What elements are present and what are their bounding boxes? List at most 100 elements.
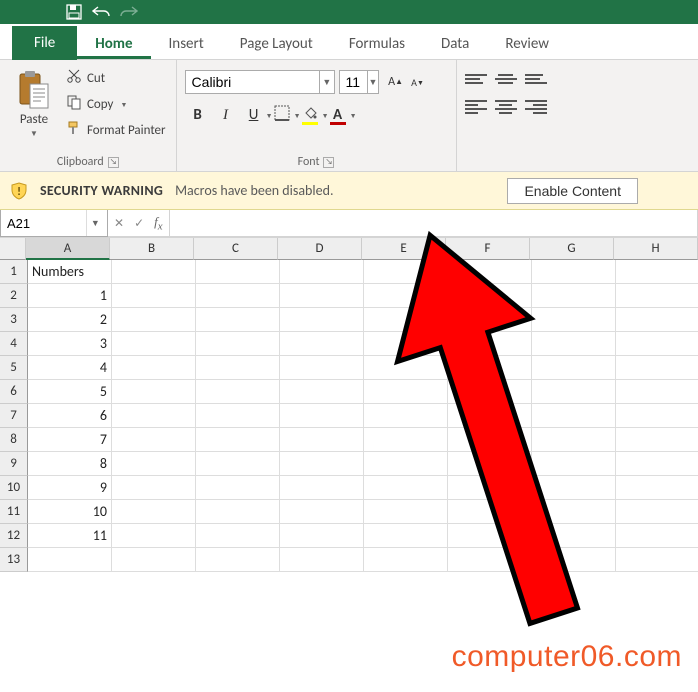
cell[interactable]	[112, 500, 196, 524]
row-header[interactable]: 6	[0, 380, 28, 404]
name-box[interactable]: ▼	[0, 210, 108, 237]
cell[interactable]	[364, 500, 448, 524]
paste-button[interactable]: Paste ▼	[8, 64, 60, 153]
cell[interactable]	[196, 428, 280, 452]
align-top-button[interactable]	[465, 70, 487, 88]
cell[interactable]	[196, 332, 280, 356]
cell[interactable]	[364, 476, 448, 500]
column-header[interactable]: A	[26, 238, 110, 260]
cell[interactable]	[196, 452, 280, 476]
tab-insert[interactable]: Insert	[151, 27, 222, 59]
cell[interactable]	[196, 500, 280, 524]
cell[interactable]	[196, 524, 280, 548]
cell[interactable]	[364, 332, 448, 356]
cell[interactable]	[196, 260, 280, 284]
cancel-formula-icon[interactable]: ✕	[114, 216, 124, 231]
cell[interactable]	[280, 308, 364, 332]
cell[interactable]: 8	[28, 452, 112, 476]
cell[interactable]	[448, 260, 532, 284]
cell[interactable]	[112, 548, 196, 572]
column-header[interactable]: G	[530, 238, 614, 260]
cell[interactable]	[196, 356, 280, 380]
cell[interactable]	[532, 356, 616, 380]
cell[interactable]: 7	[28, 428, 112, 452]
tab-page-layout[interactable]: Page Layout	[222, 27, 331, 59]
cell[interactable]	[112, 308, 196, 332]
increase-font-button[interactable]: A▲	[385, 70, 407, 94]
cell[interactable]	[196, 476, 280, 500]
cell[interactable]	[364, 356, 448, 380]
undo-icon[interactable]	[92, 5, 110, 19]
cell[interactable]: 11	[28, 524, 112, 548]
cell[interactable]	[448, 428, 532, 452]
cell[interactable]	[448, 548, 532, 572]
cell[interactable]	[280, 548, 364, 572]
align-center-button[interactable]	[495, 98, 517, 116]
tab-data[interactable]: Data	[423, 27, 487, 59]
cell[interactable]	[364, 548, 448, 572]
cell[interactable]	[196, 308, 280, 332]
formula-input[interactable]	[170, 210, 697, 236]
row-header[interactable]: 7	[0, 404, 28, 428]
column-header[interactable]: H	[614, 238, 698, 260]
chevron-down-icon[interactable]: ▼	[367, 71, 377, 93]
align-middle-button[interactable]	[495, 70, 517, 88]
cell[interactable]	[280, 428, 364, 452]
cell[interactable]: 2	[28, 308, 112, 332]
redo-icon[interactable]	[120, 5, 138, 19]
cell[interactable]	[616, 452, 698, 476]
cell[interactable]	[280, 476, 364, 500]
row-header[interactable]: 8	[0, 428, 28, 452]
font-launcher-icon[interactable]: ↘	[323, 157, 334, 168]
copy-button[interactable]: Copy ▼	[66, 94, 166, 114]
cell[interactable]	[616, 404, 698, 428]
cell[interactable]	[280, 332, 364, 356]
cell[interactable]: 6	[28, 404, 112, 428]
cell[interactable]	[616, 332, 698, 356]
cell[interactable]	[448, 332, 532, 356]
chevron-down-icon[interactable]: ▼	[319, 71, 333, 93]
cell[interactable]	[616, 308, 698, 332]
cell[interactable]: 9	[28, 476, 112, 500]
row-header[interactable]: 5	[0, 356, 28, 380]
cell[interactable]	[280, 356, 364, 380]
cell[interactable]	[364, 308, 448, 332]
cell[interactable]	[28, 548, 112, 572]
cell[interactable]	[616, 380, 698, 404]
cell[interactable]	[196, 380, 280, 404]
cell[interactable]	[532, 476, 616, 500]
cell[interactable]	[448, 476, 532, 500]
bold-button[interactable]: B	[185, 102, 211, 128]
cell[interactable]	[280, 380, 364, 404]
underline-button[interactable]: U▼	[241, 102, 267, 128]
cell[interactable]	[532, 260, 616, 284]
cell[interactable]	[532, 380, 616, 404]
cell[interactable]	[448, 308, 532, 332]
column-header[interactable]: F	[446, 238, 530, 260]
fill-color-button[interactable]: ▼	[297, 102, 323, 128]
enter-formula-icon[interactable]: ✓	[134, 216, 144, 231]
cell[interactable]	[616, 356, 698, 380]
cell[interactable]	[364, 428, 448, 452]
tab-review[interactable]: Review	[487, 27, 567, 59]
cell[interactable]	[112, 476, 196, 500]
clipboard-launcher-icon[interactable]: ↘	[108, 157, 119, 168]
cell[interactable]	[532, 452, 616, 476]
row-header[interactable]: 3	[0, 308, 28, 332]
cell[interactable]	[532, 332, 616, 356]
cell[interactable]: Numbers	[28, 260, 112, 284]
cell[interactable]	[448, 524, 532, 548]
cell[interactable]	[112, 404, 196, 428]
cell[interactable]	[280, 500, 364, 524]
cell[interactable]	[196, 404, 280, 428]
cell[interactable]	[616, 260, 698, 284]
cell[interactable]	[364, 284, 448, 308]
cell[interactable]	[196, 284, 280, 308]
font-color-button[interactable]: A ▼	[325, 102, 351, 128]
cell[interactable]	[112, 524, 196, 548]
font-name-combo[interactable]: ▼	[185, 70, 335, 94]
tab-home[interactable]: Home	[77, 27, 150, 59]
cell[interactable]	[448, 356, 532, 380]
save-icon[interactable]	[66, 4, 82, 20]
cell[interactable]	[364, 404, 448, 428]
